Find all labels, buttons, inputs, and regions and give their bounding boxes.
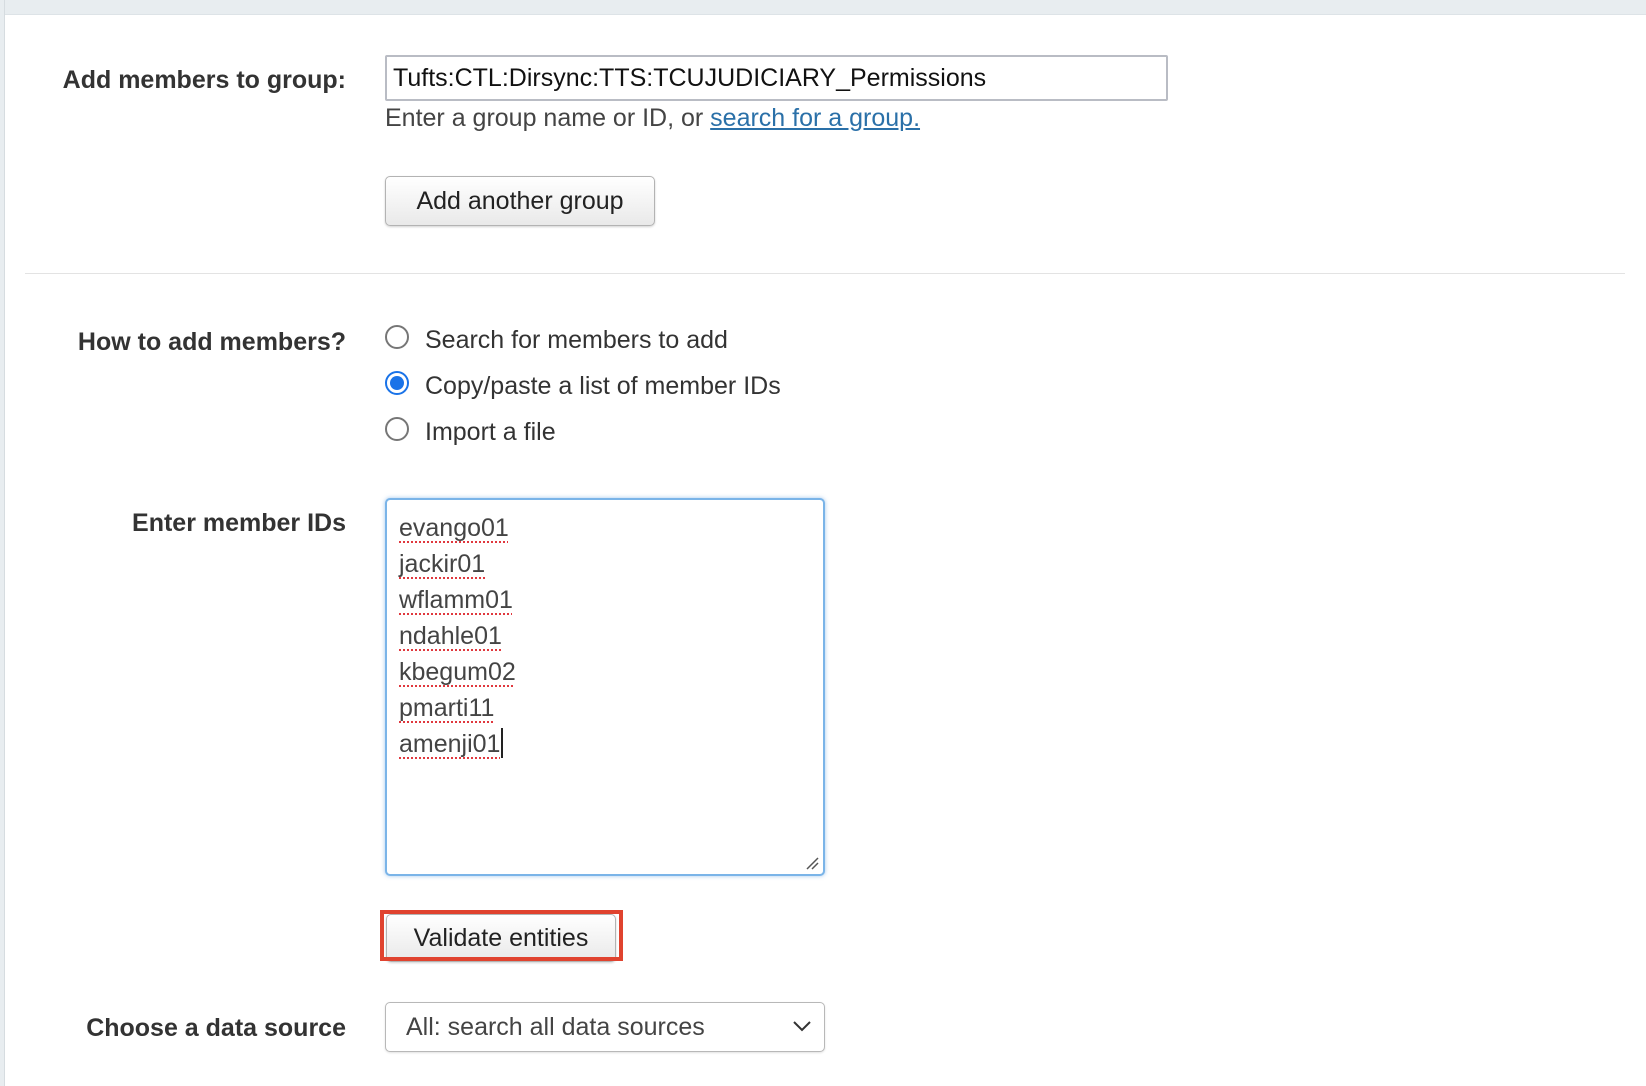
member-id-line: wflamm01 (399, 586, 513, 614)
member-id-line: ndahle01 (399, 622, 502, 650)
radio-search-members[interactable] (385, 325, 409, 349)
add-another-group-button[interactable]: Add another group (385, 176, 655, 226)
how-to-add-label: How to add members? (77, 328, 346, 356)
group-name-input[interactable] (385, 55, 1168, 101)
radio-option-label: Copy/paste a list of member IDs (425, 371, 781, 400)
group-help-text: Enter a group name or ID, or search for … (385, 104, 920, 133)
member-id-line: pmarti11 (399, 694, 495, 722)
group-help-prefix: Enter a group name or ID, or (385, 104, 711, 132)
member-id-line: jackir01 (399, 550, 486, 578)
radio-option-label: Import a file (425, 417, 556, 446)
resize-grip-icon[interactable] (805, 856, 819, 870)
text-caret (501, 728, 504, 758)
search-group-link[interactable]: search for a group. (710, 104, 920, 132)
add-members-label: Add members to group: (62, 66, 346, 94)
radio-option-label: Search for members to add (425, 325, 728, 354)
validate-entities-button[interactable]: Validate entities (386, 914, 616, 962)
data-source-label: Choose a data source (86, 1014, 346, 1042)
section-divider (25, 273, 1625, 274)
radio-option-import[interactable]: Import a file (385, 414, 556, 450)
enter-ids-label: Enter member IDs (132, 509, 346, 537)
radio-import-file[interactable] (385, 417, 409, 441)
top-strip (0, 0, 1646, 15)
radio-option-search[interactable]: Search for members to add (385, 322, 728, 358)
data-source-select[interactable]: All: search all data sources (385, 1002, 825, 1052)
member-id-line: kbegum02 (399, 658, 516, 686)
radio-copy-paste-ids[interactable] (385, 371, 409, 395)
member-ids-textarea[interactable]: evango01 jackir01 wflamm01 ndahle01 kbeg… (385, 498, 825, 876)
data-source-selected: All: search all data sources (406, 1012, 705, 1041)
member-id-line: evango01 (399, 514, 509, 542)
radio-option-copy-paste[interactable]: Copy/paste a list of member IDs (385, 368, 781, 404)
left-edge (0, 0, 5, 1086)
chevron-down-icon (793, 1021, 811, 1032)
member-id-line: amenji01 (399, 726, 811, 762)
